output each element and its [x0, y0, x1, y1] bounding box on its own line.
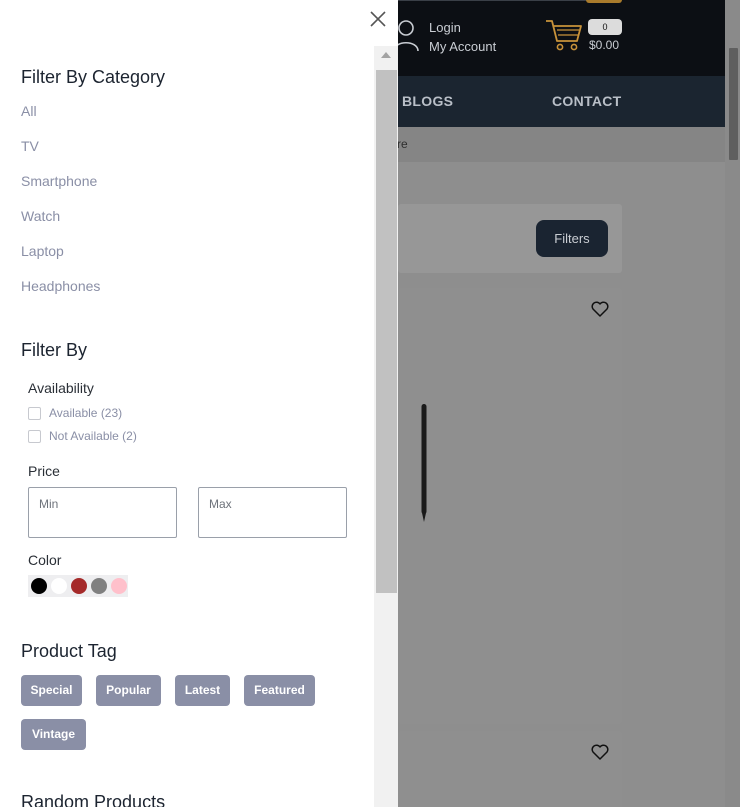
login-label[interactable]: Login	[429, 18, 496, 37]
scroll-up-arrow-icon[interactable]	[381, 52, 391, 58]
product-image[interactable]	[421, 404, 427, 522]
page-scrollbar[interactable]	[725, 0, 740, 807]
filter-offcanvas: Filter By Category All TV Smartphone Wat…	[0, 0, 398, 807]
cart-icon[interactable]	[545, 16, 583, 52]
color-label: Color	[28, 552, 62, 568]
availability-label: Availability	[28, 380, 94, 396]
category-item-watch[interactable]: Watch	[21, 208, 60, 224]
filter-by-title: Filter By	[21, 340, 88, 360]
wishlist-heart-icon[interactable]	[591, 744, 609, 760]
availability-option[interactable]: Available (23)	[28, 405, 122, 421]
cart-count-badge: 0	[588, 19, 622, 35]
color-swatch-grey[interactable]	[91, 578, 107, 594]
price-max-field[interactable]	[198, 487, 347, 538]
account-link[interactable]: Login My Account	[429, 18, 496, 56]
availability-option[interactable]: Not Available (2)	[28, 428, 137, 444]
nav-item-contact[interactable]: CONTACT	[552, 93, 622, 109]
available-label[interactable]: Available (23)	[49, 406, 122, 420]
header-accent	[586, 0, 622, 3]
random-products-title: Random Products	[21, 792, 166, 807]
price-max-input[interactable]	[199, 488, 346, 520]
breadcrumb-text: re	[397, 137, 408, 151]
tag-featured[interactable]: Featured	[244, 675, 315, 706]
not-available-checkbox[interactable]	[28, 429, 41, 443]
category-item-laptop[interactable]: Laptop	[21, 243, 64, 259]
my-account-label[interactable]: My Account	[429, 37, 496, 56]
filter-category-title: Filter By Category	[21, 67, 166, 87]
panel-scrollbar-thumb[interactable]	[376, 70, 397, 593]
color-swatch-white[interactable]	[51, 578, 67, 594]
price-min-field[interactable]	[28, 487, 177, 538]
price-label: Price	[28, 463, 60, 479]
category-item-all[interactable]: All	[21, 103, 37, 119]
tag-vintage[interactable]: Vintage	[21, 719, 86, 750]
color-swatch-black[interactable]	[31, 578, 47, 594]
page-scrollbar-thumb[interactable]	[729, 48, 738, 160]
product-tag-title: Product Tag	[21, 641, 117, 661]
panel-scrollbar[interactable]	[374, 46, 398, 807]
category-item-headphones[interactable]: Headphones	[21, 278, 100, 294]
filters-button[interactable]: Filters	[536, 220, 608, 257]
available-checkbox[interactable]	[28, 406, 41, 420]
product-card[interactable]	[398, 731, 622, 807]
color-swatch-pink[interactable]	[111, 578, 127, 594]
wishlist-heart-icon[interactable]	[591, 301, 609, 317]
tag-latest[interactable]: Latest	[175, 675, 230, 706]
product-card[interactable]	[398, 288, 622, 724]
price-min-input[interactable]	[29, 488, 176, 520]
tag-popular[interactable]: Popular	[96, 675, 161, 706]
not-available-label[interactable]: Not Available (2)	[49, 429, 137, 443]
color-swatch-brown[interactable]	[71, 578, 87, 594]
category-item-tv[interactable]: TV	[21, 138, 39, 154]
filter-content: Filter By Category All TV Smartphone Wat…	[0, 0, 374, 807]
cart-total: $0.00	[589, 38, 620, 52]
color-swatches	[28, 575, 128, 597]
header-divider	[398, 0, 598, 1]
tag-special[interactable]: Special	[21, 675, 82, 706]
nav-item-blogs[interactable]: BLOGS	[402, 93, 453, 109]
category-item-smartphone[interactable]: Smartphone	[21, 173, 97, 189]
